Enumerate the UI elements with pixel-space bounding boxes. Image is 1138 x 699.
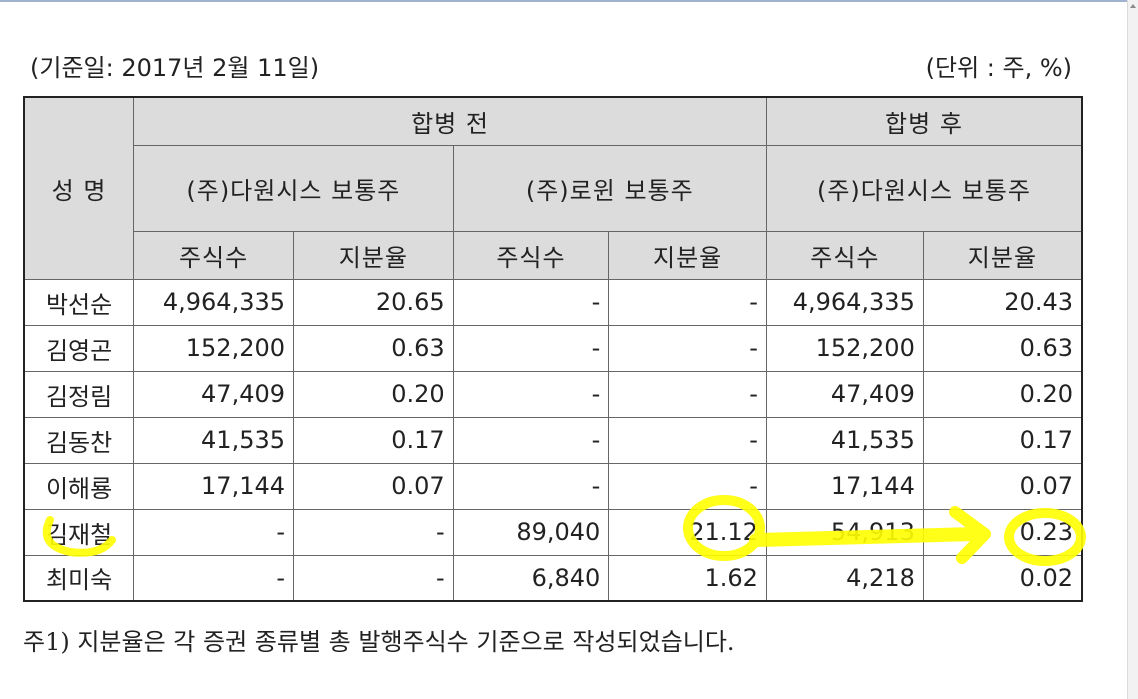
cell-value: 54,913 [765,508,924,556]
cell-value: - [608,462,767,510]
header-ratio: 지분율 [608,230,767,280]
cell-value: 17,144 [133,462,295,510]
cell-value: - [133,508,295,556]
header-company-rowin: (주)로윈 보통주 [452,144,767,232]
header-ratio: 지분율 [922,230,1083,280]
cell-value: 0.07 [293,462,454,510]
cell-value: 152,200 [765,324,924,372]
cell-value: 41,535 [133,416,295,464]
header-name: 성 명 [23,96,135,280]
table-row: 박선순 4,964,335 20.65 - - 4,964,335 20.43 [23,278,1083,326]
cell-value: 0.17 [922,416,1083,464]
shareholder-name: 김영곤 [23,324,135,372]
cell-value: 0.63 [922,324,1083,372]
cell-value: - [452,416,610,464]
shareholder-name: 최미숙 [23,554,135,602]
table-row: 김정림 47,409 0.20 - - 47,409 0.20 [23,370,1083,418]
unit-caption: (단위 : 주, %) [925,54,1072,82]
table-row: 이해룡 17,144 0.07 - - 17,144 0.07 [23,462,1083,510]
cell-value: 0.20 [922,370,1083,418]
cell-value: - [293,554,454,602]
cell-value: - [608,324,767,372]
table-row: 김영곤 152,200 0.63 - - 152,200 0.63 [23,324,1083,372]
table-row: 김재철 - - 89,040 21.12 54,913 0.23 [23,508,1083,556]
cell-value: 47,409 [133,370,295,418]
cell-value: 89,040 [452,508,610,556]
shareholding-table: 성 명 합병 전 합병 후 (주)다원시스 보통주 (주)로윈 보통주 (주)다… [23,96,1083,602]
header-before-merger: 합병 전 [133,96,767,146]
cell-value: 0.23 [922,508,1083,556]
shareholder-name: 박선순 [23,278,135,326]
header-after-merger: 합병 후 [765,96,1083,146]
cell-value: 0.63 [293,324,454,372]
cell-value: 1.62 [608,554,767,602]
cell-value: 0.17 [293,416,454,464]
cell-value: 0.02 [922,554,1083,602]
cell-value: 4,964,335 [133,278,295,326]
vertical-scrollbar[interactable] [1127,0,1138,699]
header-shares: 주식수 [133,230,295,280]
cell-value: - [452,278,610,326]
table-row: 최미숙 - - 6,840 1.62 4,218 0.02 [23,554,1083,602]
cell-value: 0.07 [922,462,1083,510]
shareholder-name: 김정림 [23,370,135,418]
cell-value: 41,535 [765,416,924,464]
cell-value: - [452,324,610,372]
cell-value: - [452,462,610,510]
cell-value: 47,409 [765,370,924,418]
scroll-up-arrow-icon[interactable] [1130,4,1136,8]
table-row: 김동찬 41,535 0.17 - - 41,535 0.17 [23,416,1083,464]
cell-value: 4,218 [765,554,924,602]
cell-value: - [133,554,295,602]
cell-value: 20.43 [922,278,1083,326]
header-shares: 주식수 [452,230,610,280]
header-company-dawonsys-before: (주)다원시스 보통주 [133,144,454,232]
footnote: 주1) 지분율은 각 증권 종류별 총 발행주식수 기준으로 작성되었습니다. [23,628,735,656]
cell-value: 17,144 [765,462,924,510]
cell-value: - [452,370,610,418]
window-top-border [0,0,1138,2]
header-shares: 주식수 [765,230,924,280]
shareholder-name: 김동찬 [23,416,135,464]
cell-value: - [608,416,767,464]
cell-value: 21.12 [608,508,767,556]
cell-value: - [293,508,454,556]
cell-value: 152,200 [133,324,295,372]
cell-value: - [608,278,767,326]
cell-value: 0.20 [293,370,454,418]
cell-value: - [608,370,767,418]
cell-value: 20.65 [293,278,454,326]
cell-value: 4,964,335 [765,278,924,326]
header-ratio: 지분율 [293,230,454,280]
shareholder-name: 이해룡 [23,462,135,510]
shareholder-name: 김재철 [23,508,135,556]
header-company-dawonsys-after: (주)다원시스 보통주 [765,144,1083,232]
cell-value: 6,840 [452,554,610,602]
reference-date-caption: (기준일: 2017년 2월 11일) [30,54,320,82]
